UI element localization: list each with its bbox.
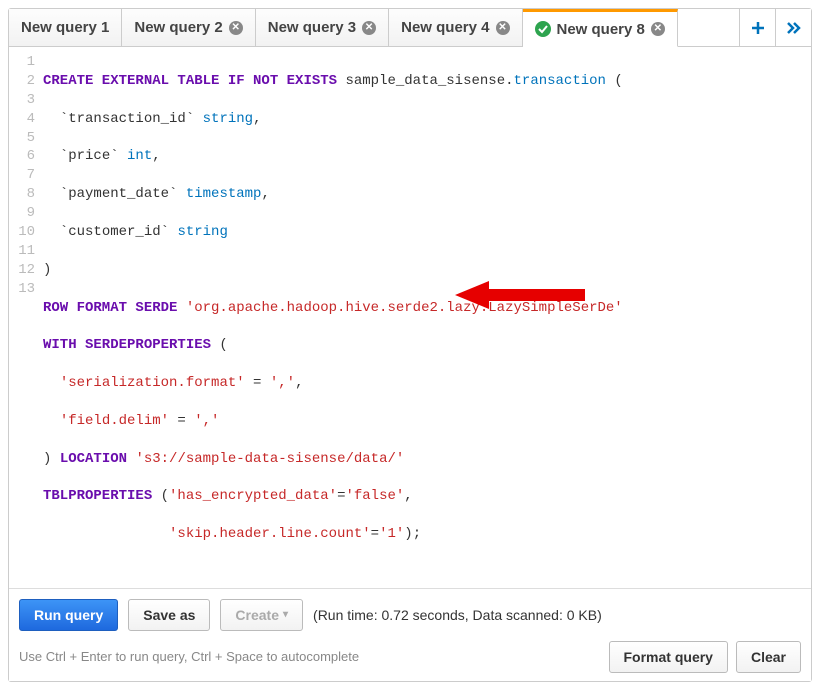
button-label: Run query <box>34 607 103 623</box>
string-literal: ',' <box>270 375 295 391</box>
tab-query-1[interactable]: New query 1 <box>9 9 122 46</box>
tab-label: New query 8 <box>557 21 645 38</box>
keyword: TBLPROPERTIES <box>43 488 152 504</box>
run-status-text: (Run time: 0.72 seconds, Data scanned: 0… <box>313 607 602 623</box>
close-icon[interactable]: ✕ <box>496 21 510 35</box>
database-name: sample_data_sisense <box>345 73 505 89</box>
button-label: Clear <box>751 649 786 665</box>
column-id: `payment_date` <box>60 186 178 202</box>
close-icon[interactable]: ✕ <box>651 22 665 36</box>
string-literal: 'skip.header.line.count' <box>169 526 371 542</box>
button-label: Save as <box>143 607 195 623</box>
type: string <box>177 224 227 240</box>
string-literal: 'org.apache.hadoop.hive.serde2.lazy.Lazy… <box>186 300 623 316</box>
code-editor[interactable]: 12345678910111213 CREATE EXTERNAL TABLE … <box>9 47 811 588</box>
string-literal: 'has_encrypted_data' <box>169 488 337 504</box>
clear-button[interactable]: Clear <box>736 641 801 673</box>
create-dropdown-button[interactable]: Create ▾ <box>220 599 303 631</box>
tab-label: New query 4 <box>401 19 489 36</box>
keyword: CREATE EXTERNAL TABLE IF NOT EXISTS <box>43 73 337 89</box>
tab-bar: New query 1 New query 2 ✕ New query 3 ✕ … <box>9 9 811 47</box>
button-label: Create <box>235 607 279 623</box>
string-literal: 'serialization.format' <box>60 375 245 391</box>
tab-query-8-active[interactable]: New query 8 ✕ <box>523 9 678 47</box>
line-gutter: 12345678910111213 <box>9 53 43 582</box>
save-as-button[interactable]: Save as <box>128 599 210 631</box>
keyword: LOCATION <box>60 451 127 467</box>
chevron-down-icon: ▾ <box>283 609 288 620</box>
editor-footer: Run query Save as Create ▾ (Run time: 0.… <box>9 588 811 681</box>
tab-query-3[interactable]: New query 3 ✕ <box>256 9 389 46</box>
tab-query-2[interactable]: New query 2 ✕ <box>122 9 255 46</box>
add-tab-button[interactable] <box>739 9 775 46</box>
query-editor: New query 1 New query 2 ✕ New query 3 ✕ … <box>8 8 812 682</box>
type: timestamp <box>186 186 262 202</box>
close-icon[interactable]: ✕ <box>362 21 376 35</box>
type: int <box>127 148 152 164</box>
chevron-double-right-icon <box>786 21 802 35</box>
run-query-button[interactable]: Run query <box>19 599 118 631</box>
plus-icon <box>751 21 765 35</box>
string-literal: 's3://sample-data-sisense/data/' <box>135 451 404 467</box>
overflow-tabs-button[interactable] <box>775 9 811 46</box>
column-id: `customer_id` <box>60 224 169 240</box>
tab-label: New query 1 <box>21 19 109 36</box>
keyword: WITH SERDEPROPERTIES <box>43 337 211 353</box>
close-icon[interactable]: ✕ <box>229 21 243 35</box>
tab-label: New query 2 <box>134 19 222 36</box>
type: string <box>203 111 253 127</box>
tab-query-4[interactable]: New query 4 ✕ <box>389 9 522 46</box>
string-literal: '1' <box>379 526 404 542</box>
string-literal: 'field.delim' <box>60 413 169 429</box>
column-id: `transaction_id` <box>60 111 194 127</box>
code-content[interactable]: CREATE EXTERNAL TABLE IF NOT EXISTS samp… <box>43 53 811 582</box>
string-literal: ',' <box>194 413 219 429</box>
keyword: ROW FORMAT SERDE <box>43 300 177 316</box>
table-name: transaction <box>514 73 606 89</box>
string-literal: 'false' <box>345 488 404 504</box>
check-icon <box>535 21 551 37</box>
shortcut-hint: Use Ctrl + Enter to run query, Ctrl + Sp… <box>19 649 359 664</box>
tab-label: New query 3 <box>268 19 356 36</box>
format-query-button[interactable]: Format query <box>609 641 728 673</box>
button-label: Format query <box>624 649 713 665</box>
column-id: `price` <box>60 148 119 164</box>
